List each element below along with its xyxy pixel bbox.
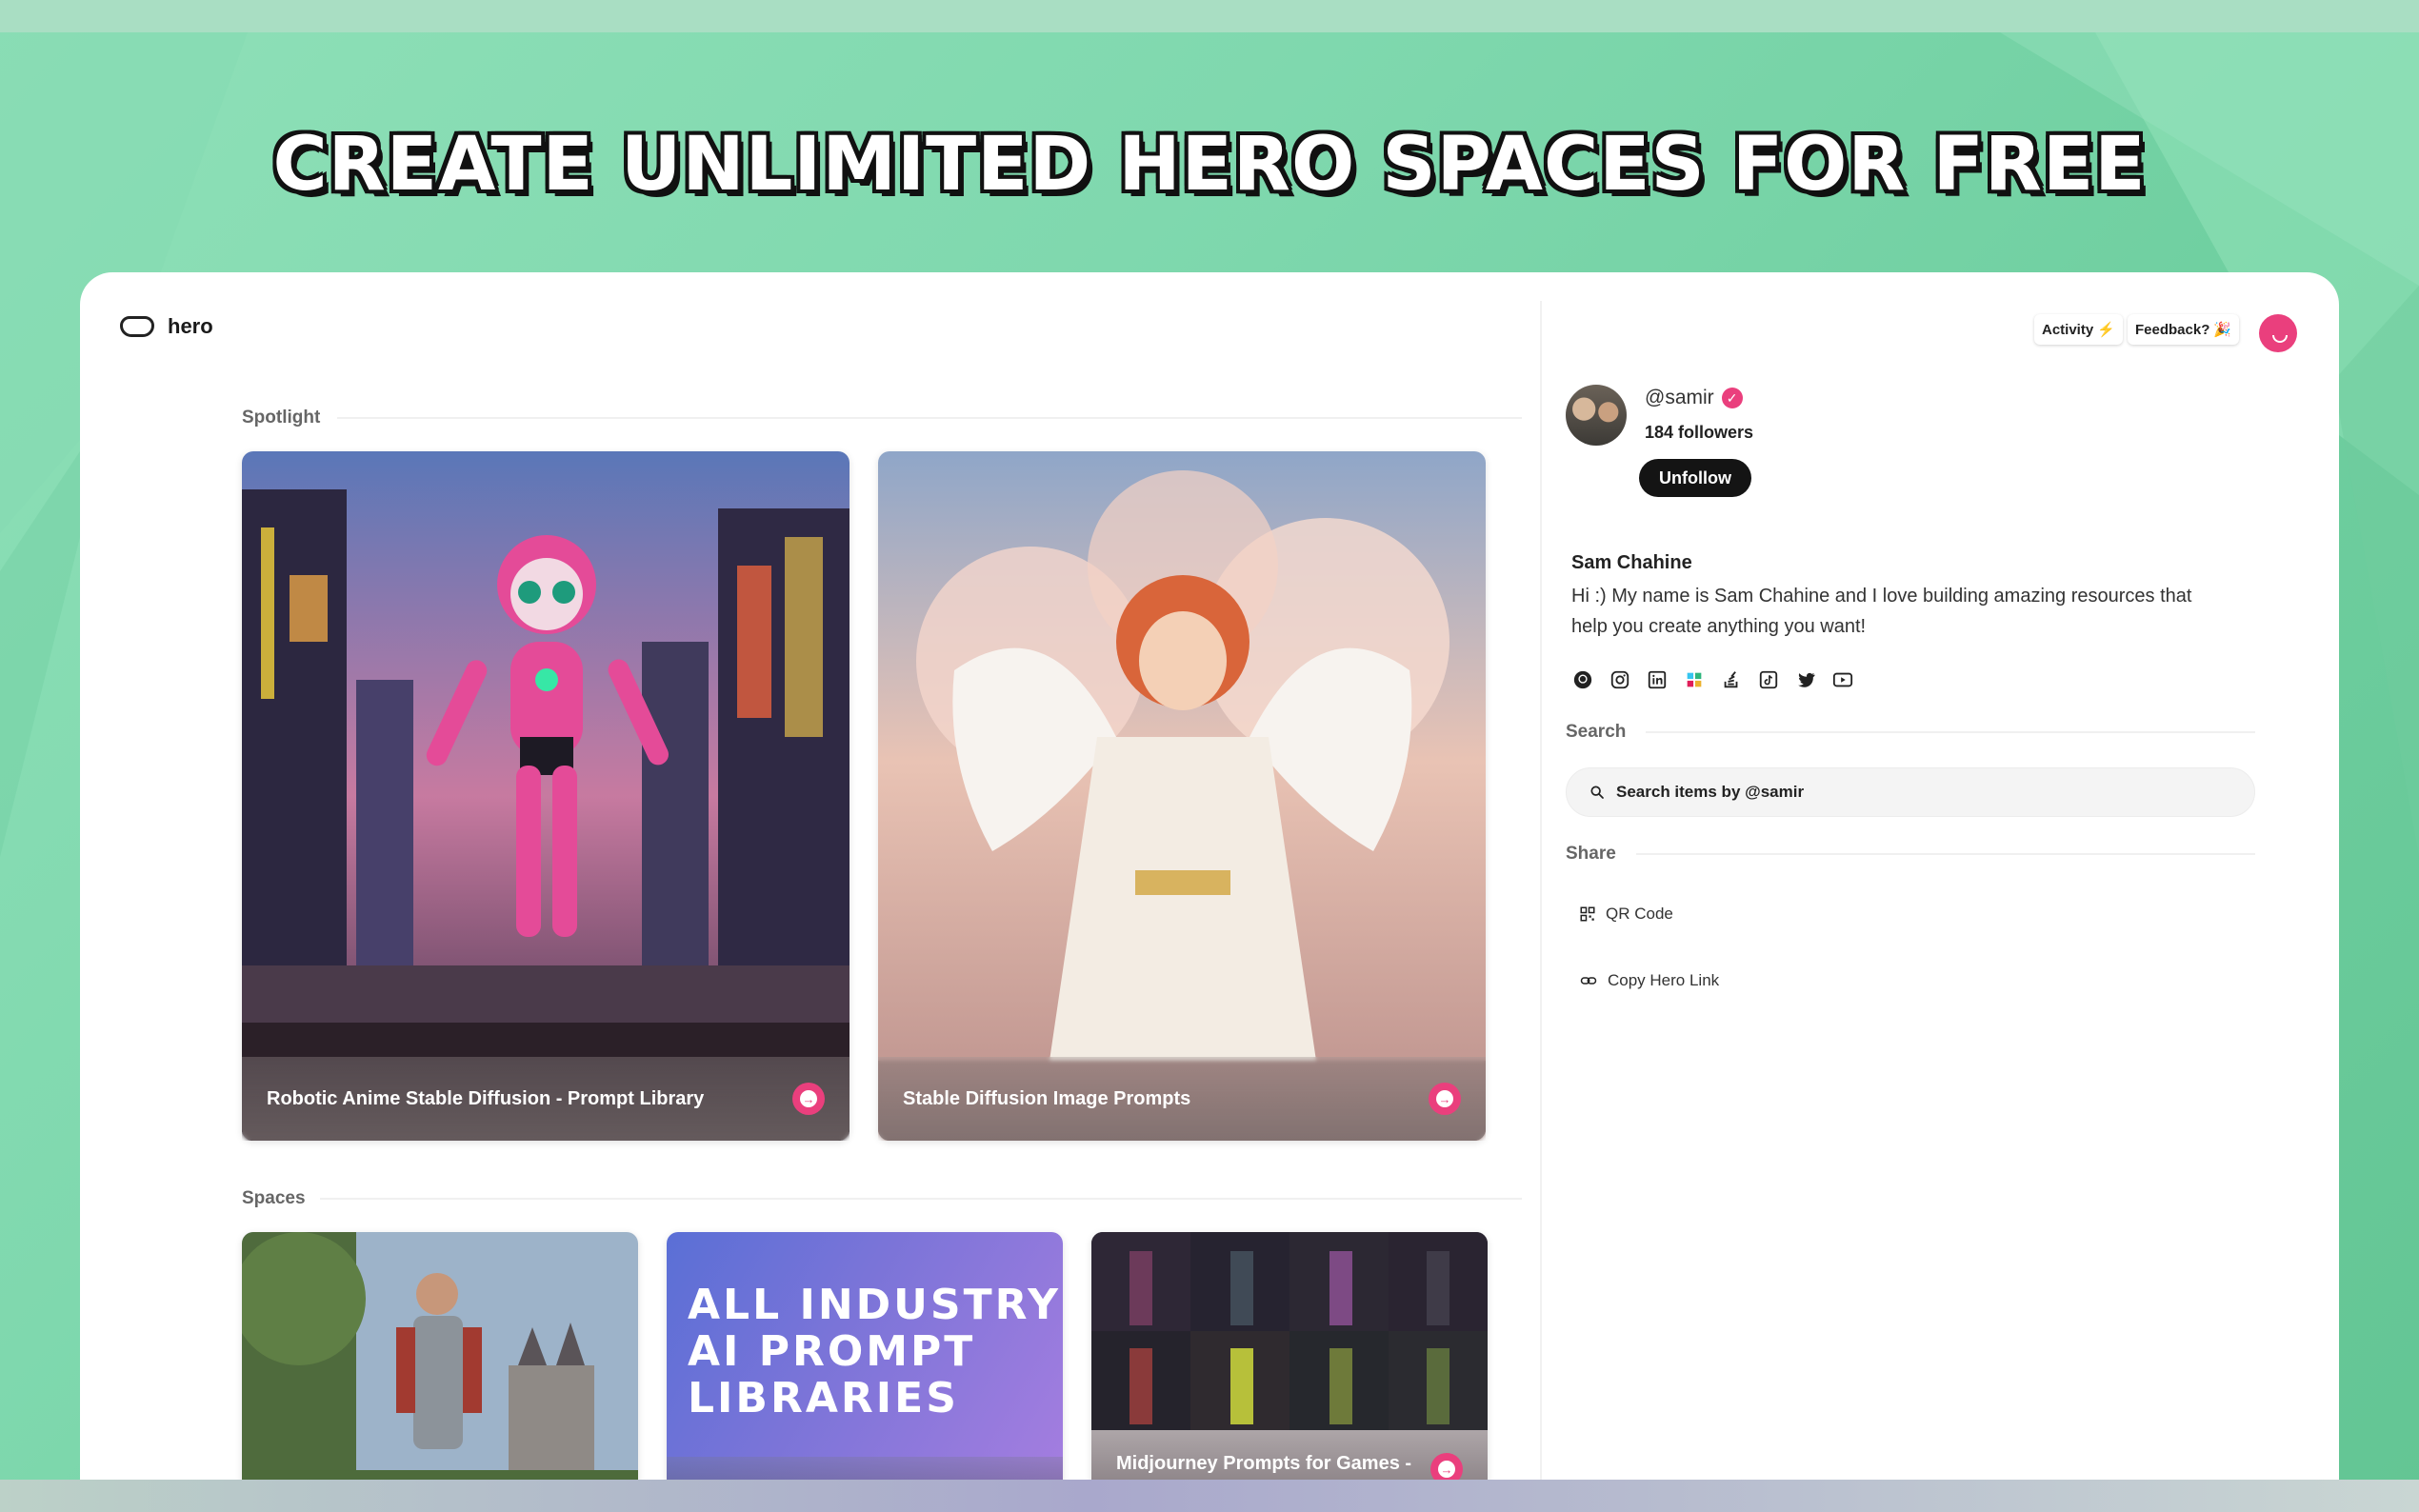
search-icon — [1590, 786, 1604, 799]
activity-button[interactable]: Activity ⚡ — [2034, 314, 2123, 345]
spotlight-divider — [337, 417, 1522, 419]
app-card: hero Spotlight Robotic Anime Stable Diff… — [80, 272, 2339, 1510]
party-icon: 🎉 — [2213, 322, 2232, 338]
search-divider — [1646, 731, 2255, 733]
bottom-strip — [0, 1480, 2419, 1512]
space-card-knight[interactable] — [242, 1232, 638, 1510]
link-icon — [1580, 977, 1597, 985]
spotlight-item-title: Stable Diffusion Image Prompts — [903, 1087, 1191, 1109]
arrow-right-icon: → — [800, 1090, 817, 1107]
social-links — [1571, 668, 1854, 691]
spotlight-title: Spotlight — [242, 408, 321, 428]
user-avatar[interactable] — [2259, 314, 2297, 352]
brand-logo[interactable]: hero — [120, 314, 213, 339]
arrow-right-icon: → — [1438, 1461, 1455, 1478]
share-title: Share — [1566, 844, 1616, 864]
twitter-icon[interactable] — [1794, 668, 1817, 691]
search-title: Search — [1566, 722, 1627, 742]
stackoverflow-icon[interactable] — [1720, 668, 1743, 691]
brand-name: hero — [168, 314, 213, 338]
open-button[interactable]: → — [1429, 1083, 1461, 1115]
angel-image — [878, 451, 1486, 1141]
qr-code-label: QR Code — [1606, 905, 1673, 923]
spotlight-item-title: Robotic Anime Stable Diffusion - Prompt … — [267, 1087, 705, 1109]
spotlight-card-angel[interactable]: Stable Diffusion Image Prompts → — [878, 451, 1486, 1141]
followers-count[interactable]: 184 followers — [1645, 423, 1753, 443]
spaces-title: Spaces — [242, 1188, 306, 1208]
profile-handle-row: @samir ✓ — [1645, 387, 1743, 409]
column-divider — [1540, 301, 1542, 1510]
youtube-icon[interactable] — [1831, 668, 1854, 691]
profile-avatar — [1566, 385, 1627, 446]
robot-image — [242, 451, 850, 1141]
profile-handle[interactable]: @samir — [1645, 387, 1714, 409]
open-button[interactable]: → — [792, 1083, 825, 1115]
spotlight-caption: Stable Diffusion Image Prompts → — [878, 1057, 1486, 1141]
hero-logo-icon — [120, 316, 154, 337]
profile-name: Sam Chahine — [1571, 552, 1692, 573]
knight-image — [242, 1232, 638, 1510]
art-line: ALL INDUSTRY — [688, 1281, 1061, 1329]
search-bar[interactable] — [1566, 767, 2255, 817]
ai-libraries-art-text: ALL INDUSTRY AI PROMPT LIBRARIES — [688, 1282, 1061, 1422]
space-item-title: Midjourney Prompts for Games - — [1116, 1453, 1412, 1474]
space-card-ai-libraries[interactable]: ALL INDUSTRY AI PROMPT LIBRARIES — [667, 1232, 1063, 1510]
spotlight-caption: Robotic Anime Stable Diffusion - Prompt … — [242, 1057, 850, 1141]
tiktok-icon[interactable] — [1757, 668, 1780, 691]
feedback-button[interactable]: Feedback? 🎉 — [2128, 314, 2240, 345]
slack-icon[interactable] — [1683, 668, 1706, 691]
instagram-icon[interactable] — [1609, 668, 1631, 691]
qr-code-icon — [1580, 906, 1595, 922]
activity-label: Activity — [2042, 321, 2094, 338]
search-input[interactable] — [1614, 782, 2189, 803]
art-line: AI PROMPT — [688, 1327, 976, 1376]
qr-code-button[interactable]: QR Code — [1579, 905, 1673, 924]
top-strip — [0, 0, 2419, 32]
unfollow-button[interactable]: Unfollow — [1639, 459, 1751, 497]
lightning-icon: ⚡ — [2097, 322, 2115, 338]
arrow-right-icon: → — [1436, 1090, 1453, 1107]
space-card-midjourney-games[interactable]: Midjourney Prompts for Games - → — [1091, 1232, 1488, 1510]
art-line: LIBRARIES — [688, 1374, 959, 1422]
github-icon[interactable] — [1571, 668, 1594, 691]
headline: CREATE UNLIMITED HERO SPACES FOR FREE — [272, 122, 2147, 208]
feedback-label: Feedback? — [2135, 321, 2210, 338]
spaces-divider — [320, 1198, 1522, 1200]
copy-link-label: Copy Hero Link — [1608, 971, 1720, 989]
share-divider — [1636, 853, 2255, 855]
verified-badge-icon: ✓ — [1721, 388, 1743, 408]
copy-link-button[interactable]: Copy Hero Link — [1579, 971, 1719, 990]
linkedin-icon[interactable] — [1646, 668, 1669, 691]
profile-bio: Hi :) My name is Sam Chahine and I love … — [1571, 586, 2192, 637]
spotlight-card-robot[interactable]: Robotic Anime Stable Diffusion - Prompt … — [242, 451, 850, 1141]
